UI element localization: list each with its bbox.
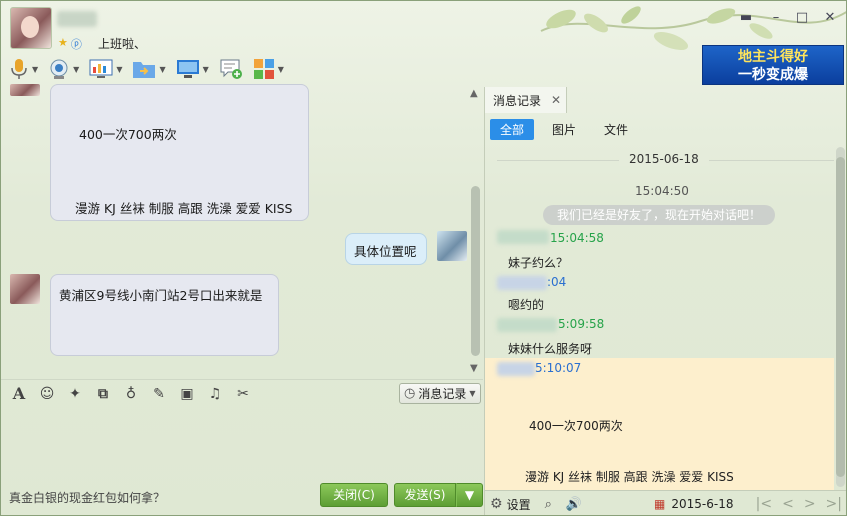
- screenshot-icon[interactable]: ⧉: [93, 385, 113, 403]
- message-line: 漫游 KJ 丝袜 制服 高跟 洗澡 爱爱 KISS: [75, 201, 293, 216]
- qzone-icon: ⓟ: [70, 38, 82, 51]
- friend-added-notice: 我们已经是好友了，现在开始对话吧！: [543, 205, 775, 225]
- ad-line-2: 一秒变成爆: [738, 67, 808, 83]
- first-page-icon[interactable]: |<: [756, 496, 772, 512]
- screen-share-icon: [176, 60, 199, 78]
- close-icon[interactable]: ✕: [551, 93, 561, 107]
- system-time: 15:04:50: [635, 184, 689, 198]
- close-window-button[interactable]: ✕: [820, 9, 840, 27]
- scissors-icon[interactable]: ✂: [233, 385, 253, 403]
- shake-icon[interactable]: ✦: [65, 385, 85, 403]
- entry-time: 15:04:58: [550, 231, 604, 245]
- settings-label[interactable]: 设置: [507, 496, 531, 513]
- entry-time: 5:09:58: [558, 317, 605, 331]
- send-file-icon: [133, 62, 156, 78]
- screen-share-tool[interactable]: ▼: [174, 57, 211, 81]
- new-discussion-tool[interactable]: [217, 57, 245, 81]
- filter-all[interactable]: 全部: [490, 118, 535, 140]
- history-pagination: |< < > >|: [756, 496, 842, 512]
- image-icon[interactable]: ▣: [177, 385, 197, 403]
- filter-images[interactable]: 图片: [542, 119, 586, 140]
- last-page-icon[interactable]: >|: [826, 496, 842, 512]
- sender-name-blurred: [497, 230, 549, 244]
- remote-assist-tool[interactable]: ▼: [87, 57, 124, 81]
- emoji-icon[interactable]: ☺: [37, 385, 57, 403]
- gear-icon[interactable]: ⚙: [490, 496, 503, 512]
- outgoing-message-bubble: 具体位置呢: [345, 233, 427, 265]
- close-chat-button[interactable]: 关闭(C): [320, 483, 388, 507]
- contact-signature: 上班啦、: [98, 37, 147, 51]
- game-ad-banner[interactable]: 地主斗得好 一秒变成爆: [702, 45, 844, 85]
- microphone-icon: [11, 59, 27, 79]
- new-chat-icon: [220, 59, 242, 79]
- sender-name-blurred: [497, 362, 535, 376]
- apps-tool[interactable]: ▼: [251, 57, 286, 81]
- speaker-icon[interactable]: 🔊: [566, 497, 582, 512]
- send-options-button[interactable]: ▼: [456, 483, 483, 507]
- contact-message-avatar[interactable]: [10, 274, 40, 304]
- prev-page-icon[interactable]: <: [782, 496, 794, 512]
- red-packet-hint-link[interactable]: 真金白银的现金红包如何拿？: [9, 489, 165, 506]
- voice-message-icon[interactable]: ♁: [121, 385, 141, 403]
- chevron-down-icon: ▼: [469, 389, 476, 398]
- clock-icon: ◷: [404, 386, 416, 401]
- incoming-message-bubble: 400一次700两次 漫游 KJ 丝袜 制服 高跟 洗澡 爱爱 KISS: [50, 84, 309, 221]
- history-tab-label: 消息记录: [493, 93, 542, 108]
- chat-scrollbar[interactable]: [471, 186, 480, 356]
- calendar-icon[interactable]: ▦: [654, 497, 665, 511]
- skin-menu-button[interactable]: ▬: [736, 9, 756, 27]
- minimize-button[interactable]: –: [766, 9, 786, 27]
- entry-time: :04: [547, 275, 567, 289]
- edit-icon[interactable]: ✎: [149, 385, 169, 403]
- chat-toolbar: ▼ ▼ ▼ ▼ ▼ ▼: [7, 56, 286, 82]
- history-panel: 消息记录 ✕ 全部 图片 文件 2015-06-18 15:04:50 我们已经…: [484, 87, 846, 515]
- history-date-picker[interactable]: 2015-6-18: [671, 497, 733, 511]
- history-bottom-bar: ⚙ 设置 ⌕ 🔊 ▦ 2015-6-18 |< < > >|: [485, 490, 846, 515]
- entry-text: 妹子约么？: [508, 256, 569, 270]
- entry-text: 400一次700两次: [529, 419, 623, 433]
- remote-desktop-icon: [89, 59, 113, 78]
- sender-name-blurred: [497, 318, 557, 332]
- history-button-label: 消息记录: [418, 387, 467, 401]
- music-icon[interactable]: ♫: [205, 385, 225, 403]
- webcam-icon: [50, 59, 68, 79]
- history-scrollbar[interactable]: [836, 147, 845, 487]
- message-history-button[interactable]: ◷ 消息记录 ▼: [399, 383, 481, 404]
- send-button[interactable]: 发送(S): [394, 483, 456, 507]
- self-avatar[interactable]: [437, 231, 467, 261]
- chat-scroll-up-icon[interactable]: ▲: [470, 88, 478, 99]
- send-file-tool[interactable]: ▼: [130, 57, 167, 81]
- contact-name-blurred: [57, 11, 97, 27]
- apps-icon: [253, 59, 274, 79]
- maximize-button[interactable]: □: [792, 9, 812, 27]
- star-icon: ★: [58, 36, 68, 49]
- next-page-icon[interactable]: >: [804, 496, 816, 512]
- chat-window: ★ ⓟ 上班啦、 ▬ – □ ✕ 地主斗得好 一秒变成爆 ▼ ▼ ▼ ▼ ▼ ▼…: [0, 0, 847, 516]
- incoming-message-bubble: 黄浦区9号线小南门站2号口出来就是: [50, 274, 279, 356]
- entry-text: 妹妹什么服务呀: [508, 342, 593, 356]
- message-line: 400一次700两次: [79, 127, 177, 142]
- entry-time: 5:10:07: [535, 361, 582, 375]
- entry-text: 嗯约的: [508, 298, 545, 312]
- history-filter-bar: 全部 图片 文件: [485, 113, 846, 145]
- video-call-tool[interactable]: ▼: [46, 57, 81, 81]
- history-date: 2015-06-18: [619, 152, 709, 166]
- filter-files[interactable]: 文件: [594, 119, 638, 140]
- status-icons: ★ ⓟ: [58, 36, 82, 52]
- contact-avatar[interactable]: [10, 7, 52, 49]
- entry-text: 漫游 KJ 丝袜 制服 高跟 洗澡 爱爱 KISS: [525, 470, 734, 484]
- history-tab[interactable]: 消息记录 ✕: [485, 87, 567, 113]
- search-icon[interactable]: ⌕: [545, 497, 552, 512]
- history-list: 2015-06-18 15:04:50 我们已经是好友了，现在开始对话吧！ 15…: [485, 145, 834, 490]
- voice-call-tool[interactable]: ▼: [7, 57, 40, 81]
- ad-line-1: 地主斗得好: [738, 49, 808, 65]
- sender-name-blurred: [497, 276, 547, 290]
- chat-scroll-down-icon[interactable]: ▼: [470, 363, 478, 374]
- contact-message-avatar[interactable]: [10, 84, 40, 96]
- font-icon[interactable]: A: [9, 384, 29, 403]
